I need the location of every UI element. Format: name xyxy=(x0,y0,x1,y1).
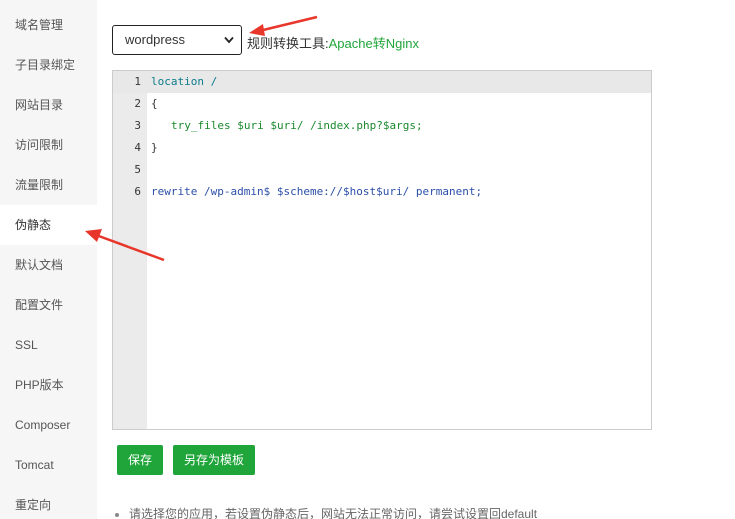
line-number: 3 xyxy=(134,119,141,132)
code-editor[interactable]: 1 location / 2 { 3 try_files $uri $uri/ … xyxy=(112,70,652,430)
editor-line: 1 location / xyxy=(113,71,651,93)
line-code: try_files $uri $uri/ /index.php?$args; xyxy=(171,119,423,132)
conversion-tool-row: 规则转换工具:Apache转Nginx xyxy=(247,33,419,52)
line-code: location / xyxy=(151,75,218,88)
line-number: 2 xyxy=(134,97,141,110)
editor-line: 2 { xyxy=(113,93,651,115)
rewrite-template-select[interactable]: wordpress xyxy=(112,25,242,55)
line-code: { xyxy=(151,97,158,110)
sidebar-item-ssl[interactable]: SSL xyxy=(0,325,97,365)
line-code: } xyxy=(151,141,158,154)
sidebar-item-composer[interactable]: Composer xyxy=(0,405,97,445)
conversion-tool-label: 规则转换工具: xyxy=(247,36,329,51)
sidebar-item-access-restriction[interactable]: 访问限制 xyxy=(0,125,97,165)
bullet-icon xyxy=(115,512,119,517)
main-panel: wordpress 规则转换工具:Apache转Nginx 1 location… xyxy=(97,0,735,519)
sidebar-item-subdirectory-binding[interactable]: 子目录绑定 xyxy=(0,45,97,85)
tips-list-item: 请选择您的应用，若设置伪静态后，网站无法正常访问，请尝试设置回default xyxy=(115,505,537,519)
editor-line: 5 xyxy=(113,159,651,181)
apache-to-nginx-link[interactable]: Apache转Nginx xyxy=(329,36,419,51)
chevron-down-icon xyxy=(224,36,234,44)
line-number: 5 xyxy=(134,163,141,176)
save-button[interactable]: 保存 xyxy=(117,445,163,475)
line-number: 6 xyxy=(134,185,141,198)
sidebar-item-config-file[interactable]: 配置文件 xyxy=(0,285,97,325)
tips-text: 请选择您的应用，若设置伪静态后，网站无法正常访问，请尝试设置回default xyxy=(129,507,538,519)
editor-line: 6 rewrite /wp-admin$ $scheme://$host$uri… xyxy=(113,181,651,203)
sidebar-item-rewrite[interactable]: 伪静态 xyxy=(0,205,98,245)
sidebar-item-redirect[interactable]: 重定向 xyxy=(0,485,97,519)
line-number: 4 xyxy=(134,141,141,154)
select-value: wordpress xyxy=(125,32,185,47)
save-as-template-button[interactable]: 另存为模板 xyxy=(173,445,255,475)
sidebar-item-php-version[interactable]: PHP版本 xyxy=(0,365,97,405)
sidebar: 域名管理 子目录绑定 网站目录 访问限制 流量限制 伪静态 默认文档 配置文件 … xyxy=(0,0,98,519)
sidebar-item-default-document[interactable]: 默认文档 xyxy=(0,245,97,285)
sidebar-item-site-directory[interactable]: 网站目录 xyxy=(0,85,97,125)
sidebar-item-tomcat[interactable]: Tomcat xyxy=(0,445,97,485)
line-number: 1 xyxy=(134,75,141,88)
sidebar-item-domain-management[interactable]: 域名管理 xyxy=(0,5,97,45)
editor-line: 3 try_files $uri $uri/ /index.php?$args; xyxy=(113,115,651,137)
editor-line: 4 } xyxy=(113,137,651,159)
sidebar-item-traffic-limit[interactable]: 流量限制 xyxy=(0,165,97,205)
line-code: rewrite /wp-admin$ $scheme://$host$uri/ … xyxy=(151,185,483,198)
